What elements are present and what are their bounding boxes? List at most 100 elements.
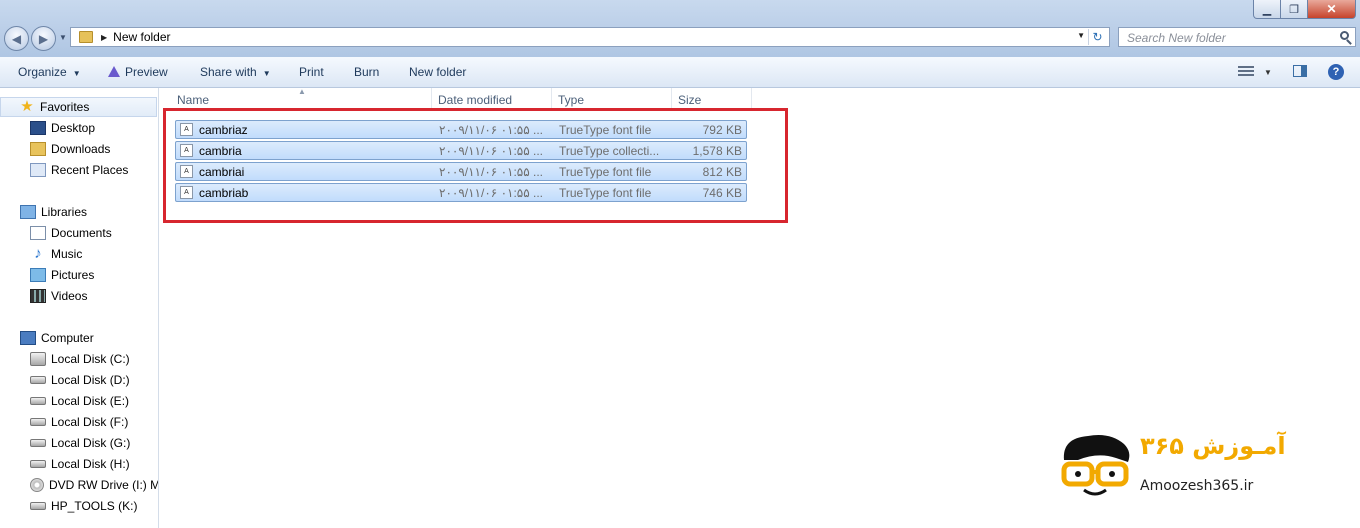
- burn-button[interactable]: Burn: [354, 65, 379, 79]
- system-disk-icon: [30, 352, 46, 366]
- navigation-pane: ★ Favorites Desktop Downloads Recent Plac…: [0, 88, 159, 528]
- nav-label: Local Disk (C:): [51, 352, 130, 366]
- nav-videos[interactable]: Videos: [0, 286, 158, 306]
- nav-label: Recent Places: [51, 163, 129, 177]
- refresh-icon: ↻: [1092, 30, 1103, 44]
- nav-local-disk-f[interactable]: Local Disk (F:): [0, 412, 158, 432]
- nav-local-disk-g[interactable]: Local Disk (G:): [0, 433, 158, 453]
- watermark-logo: آمـوزش ۳۶۵ Amoozesh365.ir: [1058, 430, 1328, 500]
- hard-disk-icon: [30, 439, 46, 447]
- nav-documents[interactable]: Documents: [0, 223, 158, 243]
- nav-label: Videos: [51, 289, 88, 303]
- hard-disk-icon: [30, 418, 46, 426]
- dvd-icon: [30, 478, 44, 492]
- nav-label: Downloads: [51, 142, 111, 156]
- preview-label: Preview: [125, 65, 168, 79]
- nav-pictures[interactable]: Pictures: [0, 265, 158, 285]
- recent-places-icon: [30, 163, 46, 177]
- address-dropdown[interactable]: ▼: [1077, 31, 1085, 40]
- new-folder-button[interactable]: New folder: [409, 65, 466, 79]
- preview-icon: [108, 66, 120, 77]
- share-with-button[interactable]: Share with ▼: [200, 65, 271, 79]
- star-icon: ★: [20, 98, 34, 115]
- organize-label: Organize: [18, 65, 67, 79]
- nav-label: Libraries: [41, 205, 88, 219]
- folder-icon: [79, 31, 93, 43]
- desktop-icon: [30, 121, 46, 135]
- column-label: Name: [177, 93, 210, 107]
- back-button[interactable]: ◀: [4, 26, 29, 51]
- preview-pane-icon[interactable]: [1293, 65, 1307, 77]
- column-header-date[interactable]: Date modified: [432, 88, 552, 110]
- nav-computer[interactable]: Computer: [0, 328, 158, 348]
- mascot-face-icon: [1061, 435, 1130, 496]
- views-dropdown[interactable]: ▼: [1264, 68, 1272, 77]
- music-icon: ♪: [34, 245, 42, 262]
- nav-local-disk-c[interactable]: Local Disk (C:): [0, 349, 158, 369]
- nav-label: Local Disk (G:): [51, 436, 131, 450]
- nav-local-disk-e[interactable]: Local Disk (E:): [0, 391, 158, 411]
- highlight-annotation: [163, 108, 788, 223]
- nav-label: Local Disk (H:): [51, 457, 130, 471]
- pictures-icon: [30, 268, 46, 282]
- share-with-label: Share with: [200, 65, 257, 79]
- sort-ascending-icon: ▲: [298, 87, 306, 96]
- chevron-down-icon: ▼: [72, 69, 81, 78]
- nav-label: HP_TOOLS (K:): [51, 499, 138, 513]
- close-button[interactable]: ✕: [1307, 0, 1356, 19]
- nav-libraries[interactable]: Libraries: [0, 202, 158, 222]
- preview-button[interactable]: Preview: [108, 65, 168, 79]
- search-placeholder: Search New folder: [1127, 31, 1226, 45]
- organize-button[interactable]: Organize ▼: [18, 65, 81, 79]
- hard-disk-icon: [30, 397, 46, 405]
- nav-label: Pictures: [51, 268, 95, 282]
- nav-label: Local Disk (E:): [51, 394, 130, 408]
- nav-label: Local Disk (F:): [51, 415, 129, 429]
- chevron-down-icon: ▼: [262, 69, 271, 78]
- refresh-button[interactable]: ↻: [1088, 29, 1106, 45]
- videos-icon: [30, 289, 46, 303]
- help-icon[interactable]: ?: [1328, 64, 1344, 80]
- nav-label: DVD RW Drive (I:) My: [49, 478, 159, 492]
- nav-label: Desktop: [51, 121, 96, 135]
- search-icon[interactable]: [1340, 31, 1349, 40]
- nav-label: Favorites: [40, 100, 90, 114]
- nav-favorites[interactable]: ★ Favorites: [0, 97, 157, 117]
- nav-hp-tools[interactable]: HP_TOOLS (K:): [0, 496, 158, 516]
- column-header-size[interactable]: Size: [672, 88, 752, 110]
- nav-music[interactable]: ♪ Music: [0, 244, 158, 264]
- column-label: Date modified: [438, 93, 513, 107]
- column-header-type[interactable]: Type: [552, 88, 672, 110]
- nav-local-disk-d[interactable]: Local Disk (D:): [0, 370, 158, 390]
- computer-icon: [20, 331, 36, 345]
- nav-label: Local Disk (D:): [51, 373, 130, 387]
- address-bar[interactable]: ▶ New folder ▼ ↻: [70, 27, 1110, 47]
- search-input[interactable]: Search New folder: [1118, 27, 1356, 47]
- nav-dvd-drive[interactable]: DVD RW Drive (I:) My: [0, 475, 159, 495]
- print-button[interactable]: Print: [299, 65, 324, 79]
- forward-button[interactable]: ▶: [31, 26, 56, 51]
- nav-recent-places[interactable]: Recent Places: [0, 160, 158, 180]
- arrow-left-icon: ◀: [11, 31, 22, 46]
- watermark-persian-text: آمـوزش ۳۶۵: [1140, 432, 1286, 460]
- breadcrumb-arrow-icon[interactable]: ▶: [101, 33, 107, 42]
- views-icon[interactable]: [1238, 66, 1254, 77]
- minimize-button[interactable]: ▁: [1253, 0, 1281, 19]
- column-label: Type: [558, 93, 585, 107]
- breadcrumb-new-folder[interactable]: New folder: [113, 30, 170, 44]
- nav-label: Computer: [41, 331, 94, 345]
- hard-disk-icon: [30, 376, 46, 384]
- nav-local-disk-h[interactable]: Local Disk (H:): [0, 454, 158, 474]
- nav-downloads[interactable]: Downloads: [0, 139, 158, 159]
- arrow-right-icon: ▶: [38, 31, 49, 46]
- nav-desktop[interactable]: Desktop: [0, 118, 158, 138]
- recent-pages-dropdown[interactable]: ▼: [59, 33, 67, 42]
- hard-disk-icon: [30, 502, 46, 510]
- title-bar: ▁ ❐ ✕ ◀ ▶ ▼ ▶ New folder ▼ ↻ Search New …: [0, 0, 1360, 57]
- nav-label: Music: [51, 247, 83, 261]
- documents-icon: [30, 226, 46, 240]
- maximize-button[interactable]: ❐: [1280, 0, 1308, 19]
- column-label: Size: [678, 93, 702, 107]
- nav-label: Documents: [51, 226, 112, 240]
- downloads-icon: [30, 142, 46, 156]
